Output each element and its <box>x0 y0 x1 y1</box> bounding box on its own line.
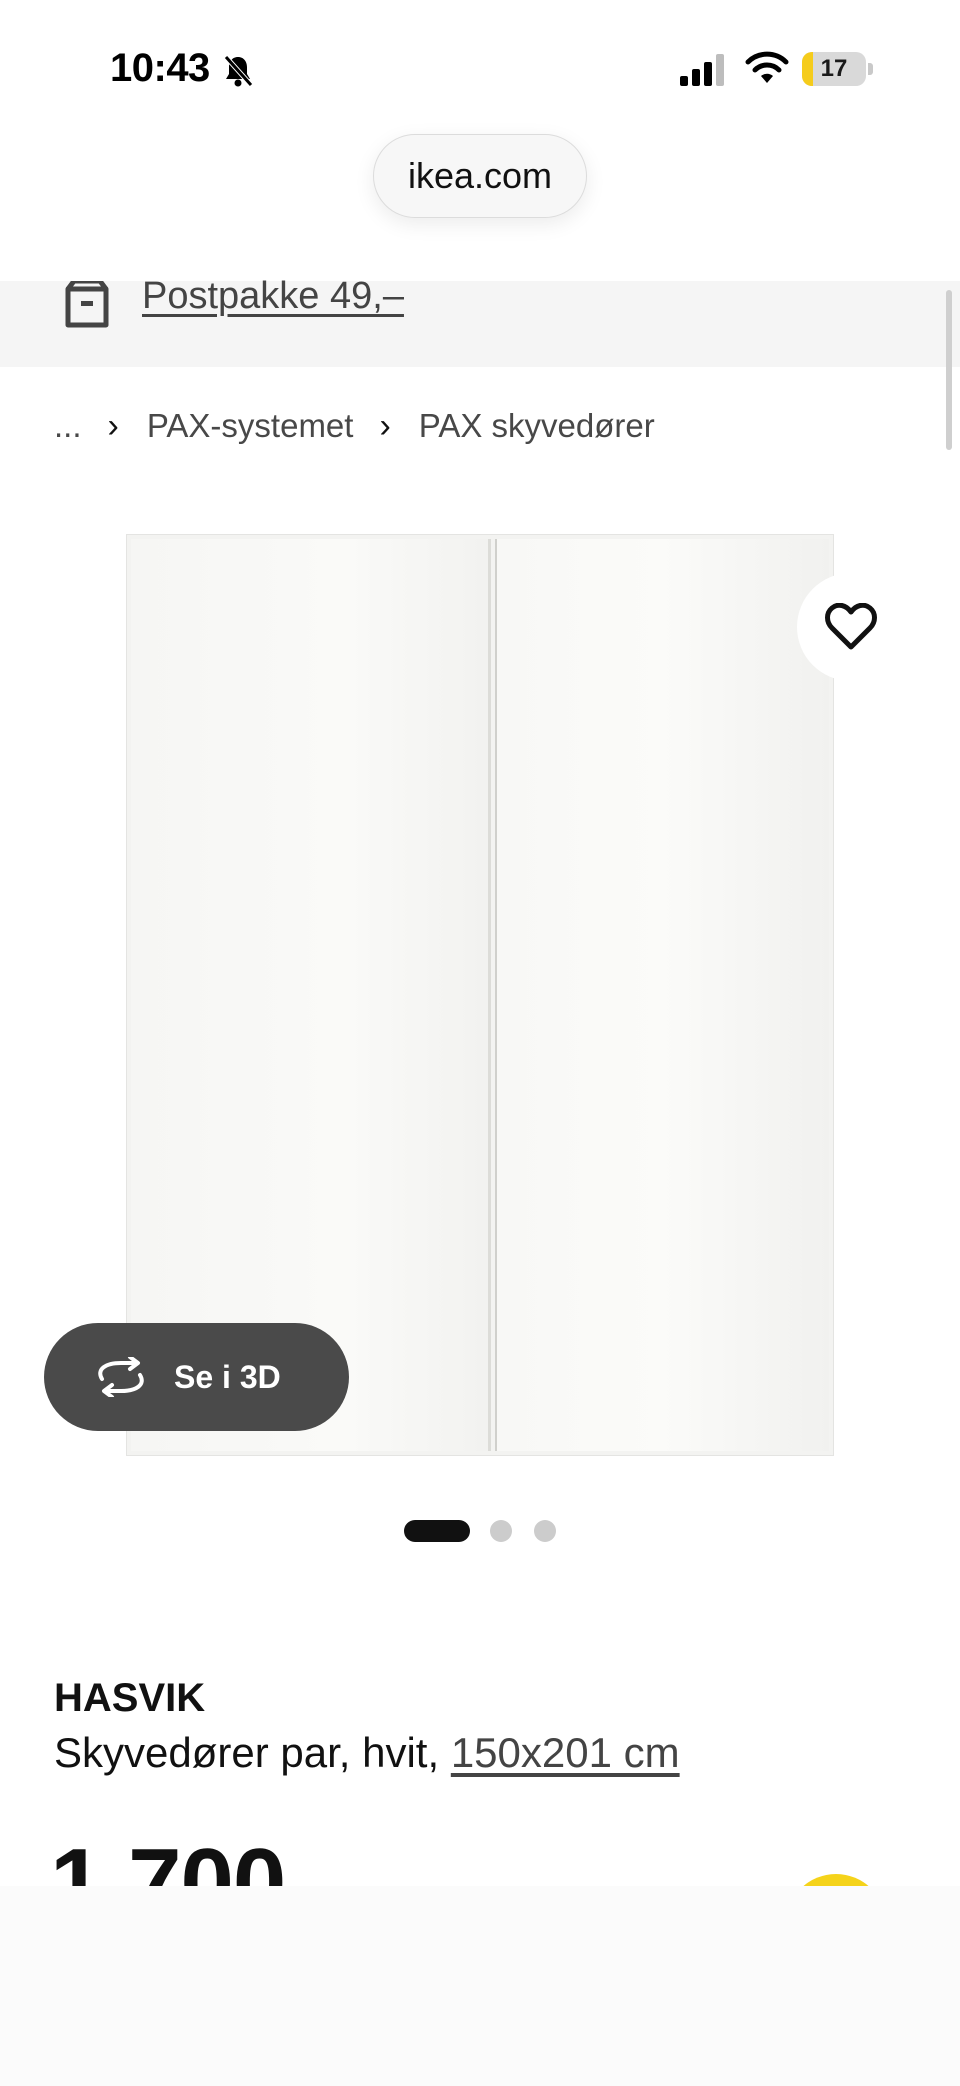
carousel-dot[interactable] <box>534 1520 556 1542</box>
battery-text: 17 <box>820 55 848 82</box>
door-panel-right <box>495 539 829 1451</box>
bottom-sheet <box>0 1886 960 2086</box>
breadcrumb-item-pax-sliding-doors[interactable]: PAX skyvedører <box>419 407 655 445</box>
carousel-dot-active[interactable] <box>404 1520 470 1542</box>
rotate-3d-icon <box>98 1357 144 1397</box>
product-size-link[interactable]: 150x201 cm <box>451 1729 680 1776</box>
chevron-right-icon: › <box>379 406 391 445</box>
product-description-text: Skyvedører par, hvit, <box>54 1729 451 1776</box>
favorite-button[interactable] <box>797 573 905 681</box>
bell-slash-icon <box>224 55 253 87</box>
product-image[interactable] <box>126 534 834 1456</box>
status-bar: 10:43 17 <box>0 0 960 140</box>
url-bar[interactable]: ikea.com <box>373 134 587 218</box>
cellular-signal-icon <box>680 54 724 86</box>
view-3d-label: Se i 3D <box>174 1359 281 1395</box>
shipping-price-link[interactable]: Postpakke 49,– <box>142 275 404 318</box>
status-time: 10:43 <box>110 46 210 90</box>
heart-icon <box>825 603 877 650</box>
wifi-icon <box>745 51 789 83</box>
carousel-dot[interactable] <box>490 1520 512 1542</box>
chevron-right-icon: › <box>107 406 119 445</box>
package-icon <box>65 281 109 328</box>
product-price: 1 700 <box>50 1829 286 1886</box>
price-area: 1 700 <box>0 1820 960 1886</box>
view-3d-button[interactable]: Se i 3D <box>44 1323 349 1431</box>
breadcrumb-item-pax-system[interactable]: PAX-systemet <box>147 407 354 445</box>
breadcrumb-ellipsis[interactable]: ... <box>54 407 82 445</box>
battery-indicator: 17 <box>802 52 874 86</box>
scrollbar[interactable] <box>946 290 952 450</box>
add-to-cart-button[interactable] <box>786 1874 886 1886</box>
door-panel-left <box>131 539 491 1451</box>
breadcrumb: ... › PAX-systemet › PAX skyvedører <box>54 402 655 450</box>
shipping-banner: Postpakke 49,– <box>0 275 960 367</box>
product-name: HASVIK <box>54 1676 206 1720</box>
product-description: Skyvedører par, hvit, 150x201 cm <box>54 1729 680 1777</box>
